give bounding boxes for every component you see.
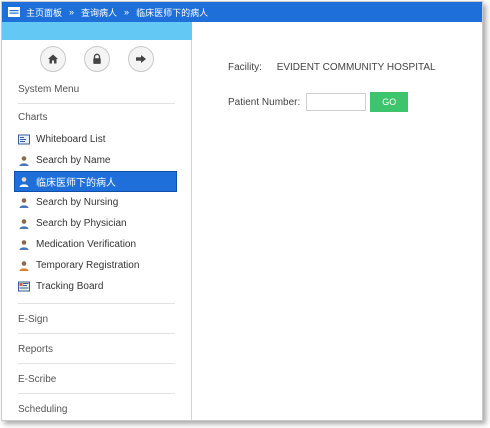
facility-label: Facility: [228,62,262,73]
section-esign-header[interactable]: E-Sign [18,304,175,333]
menu-item-label: Search by Physician [36,218,127,229]
user-icon [18,239,30,251]
patient-number-row: Patient Number: GO [228,92,409,112]
menu-item-search-by-physician[interactable]: Search by Physician [18,213,175,234]
menu-item-label: Search by Name [36,155,111,166]
section-escribe[interactable]: E-Scribe [18,364,175,394]
sidebar-header-accent [2,22,192,40]
section-reports-header[interactable]: Reports [18,334,175,363]
app-window: 主页面板 » 查询病人 » 临床医师下的病人 System Menu Chart… [1,1,483,421]
menu-item-patients-under-clinician[interactable]: 临床医师下的病人 [14,171,177,192]
system-menu-title: System Menu [18,84,175,104]
home-icon [47,54,58,64]
sidebar: System Menu Charts Whiteboard List Searc… [2,40,192,420]
breadcrumb-item-current: 临床医师下的病人 [136,7,209,18]
section-escribe-header[interactable]: E-Scribe [18,364,175,393]
user-icon [18,260,30,272]
menu-item-search-by-nursing[interactable]: Search by Nursing [18,192,175,213]
home-button[interactable] [39,46,66,72]
section-scheduling-header[interactable]: Scheduling [18,394,175,420]
section-scheduling[interactable]: Scheduling [18,394,175,420]
menu-item-label: Tracking Board [36,281,104,292]
facility-value: EVIDENT COMMUNITY HOSPITAL [276,62,436,73]
whiteboard-icon [18,134,30,146]
menu-item-label: Temporary Registration [36,260,140,271]
menu-item-temporary-registration[interactable]: Temporary Registration [18,255,175,276]
menu-item-label: 临床医师下的病人 [36,178,116,189]
lock-button[interactable] [83,46,110,72]
sign-out-icon [135,55,146,63]
section-charts: Charts Whiteboard List Search by Name 临床… [14,104,177,304]
menu-item-label: Whiteboard List [36,134,106,145]
facility-row: Facility: EVIDENT COMMUNITY HOSPITAL [228,62,436,73]
breadcrumb-item-home[interactable]: 主页面板 [26,6,62,19]
menu-item-whiteboard-list[interactable]: Whiteboard List [18,129,175,150]
section-esign[interactable]: E-Sign [18,304,175,334]
main-content: Facility: EVIDENT COMMUNITY HOSPITAL Pat… [192,22,482,420]
board-icon [18,281,30,293]
patient-number-input[interactable] [306,93,367,111]
menu-item-label: Search by Nursing [36,197,119,208]
menu-item-search-by-name[interactable]: Search by Name [18,150,175,171]
breadcrumb-bar: 主页面板 » 查询病人 » 临床医师下的病人 [2,2,482,22]
menu-item-medication-verification[interactable]: Medication Verification [18,234,175,255]
patient-number-label: Patient Number: [228,96,301,108]
lock-icon [92,53,101,64]
breadcrumb-item-search[interactable]: 查询病人 [81,6,117,19]
user-icon [18,155,30,167]
menu-item-tracking-board[interactable]: Tracking Board [18,276,175,297]
sign-out-button[interactable] [127,46,154,72]
user-icon [18,197,30,209]
window-icon [8,7,20,17]
section-reports[interactable]: Reports [18,334,175,364]
user-icon [18,176,30,188]
charts-menu: Whiteboard List Search by Name 临床医师下的病人 [14,129,177,303]
go-button[interactable]: GO [370,92,409,112]
breadcrumb-separator: » [69,7,75,17]
sidebar-icon-row [2,46,191,74]
breadcrumb-separator: » [124,7,130,17]
menu-item-label: Medication Verification [36,239,137,250]
user-icon [18,218,30,230]
section-charts-header[interactable]: Charts [18,104,175,129]
